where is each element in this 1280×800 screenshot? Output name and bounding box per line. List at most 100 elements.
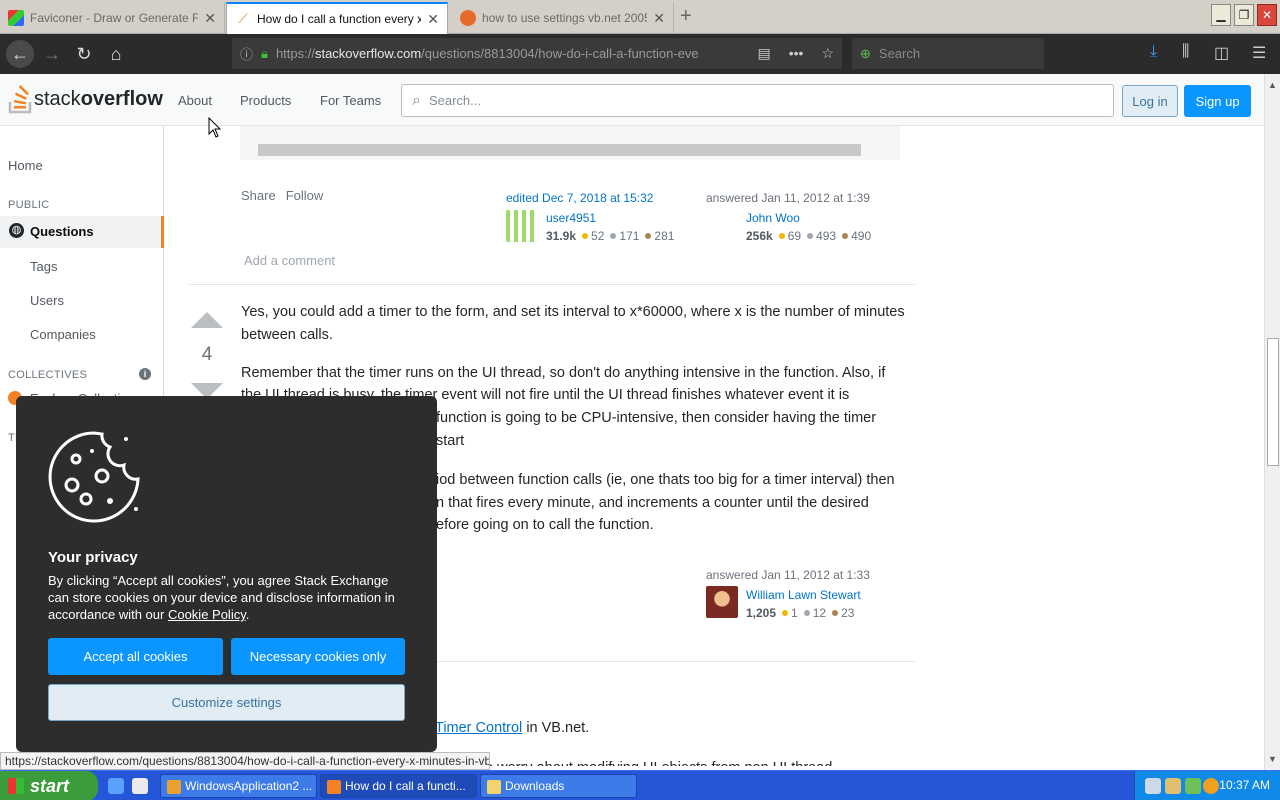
edited-timestamp[interactable]: edited Dec 7, 2018 at 15:32 [506,191,653,205]
sidebar-item-questions[interactable]: ◍ Questions [0,216,164,248]
start-button[interactable]: start [0,771,98,800]
answer-divider [189,284,915,285]
restore-window-icon[interactable]: ❐ [1234,4,1254,26]
timer-control-link[interactable]: Timer Control [435,720,522,736]
new-tab-icon[interactable]: + [680,5,692,28]
task-firefox[interactable]: How do I call a functi... [320,774,477,798]
tab-how-do-i-call[interactable]: ⟋ How do I call a function every x m ✕ [226,2,448,34]
bronze-count: 23 [841,606,855,620]
answer-text: in VB.net. [522,720,590,736]
sidebar-item-label: Questions [30,224,94,239]
accept-all-cookies-button[interactable]: Accept all cookies [48,638,223,675]
forward-arrow-icon[interactable]: → [38,40,66,68]
start-label: start [30,775,70,796]
editor-name[interactable]: user4951 [546,211,596,225]
stackoverflow-logo[interactable]: stack overflow [8,84,163,114]
close-tab-icon[interactable]: ✕ [204,10,216,27]
mouse-cursor-icon [208,117,222,138]
customize-settings-button[interactable]: Customize settings [48,684,405,721]
answer-paragraph-line: Remember that the timer runs on the UI t… [241,365,886,381]
so-search-placeholder: Search... [428,93,481,108]
code-block [240,126,900,160]
nav-for-teams[interactable]: For Teams [320,93,381,108]
sidebar-item-users[interactable]: Users [30,293,64,308]
sidebar-icon[interactable]: ◫ [1214,43,1229,63]
gold-badge-icon [782,610,789,616]
scroll-up-arrow-icon[interactable]: ▲ [1268,80,1277,90]
cookie-policy-link[interactable]: Cookie Policy [168,607,246,622]
back-arrow-icon[interactable]: ← [6,40,34,68]
login-button[interactable]: Log in [1122,85,1178,117]
bronze-badge-icon [842,233,849,239]
reader-view-icon[interactable]: ▤ [757,45,770,62]
so-search-input[interactable]: ⌕ Search... [401,84,1114,117]
close-window-icon[interactable]: ✕ [1257,4,1277,26]
sidebar-item-companies[interactable]: Companies [30,327,96,342]
web-search-placeholder: Search [878,46,921,61]
avatar[interactable] [506,210,538,242]
scrollbar-thumb[interactable] [1267,338,1279,466]
tab-settings-vbnet[interactable]: how to use settings vb.net 2005 ✕ [452,2,674,34]
nav-about[interactable]: About [178,93,212,108]
page-actions-icon[interactable]: ••• [789,45,804,62]
rep-score: 256k [746,229,773,243]
nav-products[interactable]: Products [240,93,291,108]
menu-hamburger-icon[interactable]: ☰ [1252,43,1266,63]
windows-flag-icon [8,778,24,794]
tray-search-icon[interactable] [1203,778,1219,794]
url-bar[interactable]: ⓘ 🔒︎ https://stackoverflow.com/questions… [232,38,842,69]
answer-paragraph-line: n that fires every minute, and increment… [436,495,869,511]
info-icon[interactable]: i [139,368,151,380]
folder-icon [487,780,501,794]
code-horizontal-scrollbar[interactable] [258,144,861,156]
minimize-window-icon[interactable]: ▁ [1211,4,1231,26]
task-label: How do I call a functi... [345,779,466,793]
downloads-icon[interactable]: ⤓ [1150,43,1157,61]
library-icon[interactable]: ⫼ [1182,43,1189,61]
search-engine-icon: ⊕ [860,45,871,61]
task-label: Downloads [505,779,565,793]
tab-faviconer[interactable]: Faviconer - Draw or Generate Fav ✕ [0,2,225,34]
cookie-dialog-title: Your privacy [48,549,138,566]
close-tab-icon[interactable]: ✕ [427,11,439,28]
browser-tab-bar: Faviconer - Draw or Generate Fav ✕ ⟋ How… [0,0,1280,34]
add-comment-link[interactable]: Add a comment [244,253,335,268]
author-name[interactable]: John Woo [746,211,800,225]
tab-title: Faviconer - Draw or Generate Fav [30,11,199,25]
page-scrollbar[interactable]: ▲ ▼ [1264,74,1280,770]
scroll-down-arrow-icon[interactable]: ▼ [1268,754,1277,764]
quicklaunch-desktop-icon[interactable] [132,778,148,794]
necessary-cookies-button[interactable]: Necessary cookies only [231,638,405,675]
cookie-icon [48,431,140,523]
task-windowsapplication2[interactable]: WindowsApplication2 ... [160,774,317,798]
bronze-count: 490 [851,229,872,243]
answered-timestamp: answered Jan 11, 2012 at 1:39 [706,191,870,205]
sidebar-section-collectives: COLLECTIVES [8,369,88,381]
cookie-dialog-body: By clicking “Accept all cookies”, you ag… [48,572,408,623]
avatar[interactable] [706,586,738,618]
close-tab-icon[interactable]: ✕ [653,10,665,27]
tray-shield-icon[interactable] [1185,778,1201,794]
bronze-badge-icon [832,610,839,616]
bookmark-star-icon[interactable]: ☆ [821,45,834,62]
stackoverflow-favicon-icon: ⟋ [235,11,251,27]
tray-speaker-icon[interactable] [1165,778,1181,794]
taskbar-clock: 10:37 AM [1219,778,1270,792]
signup-button[interactable]: Sign up [1184,85,1251,117]
task-downloads[interactable]: Downloads [480,774,637,798]
tray-network-icon[interactable] [1145,778,1161,794]
share-link[interactable]: Share [241,188,276,203]
quicklaunch-ie-icon[interactable] [108,778,124,794]
info-icon[interactable]: ⓘ [240,44,253,63]
sidebar-item-tags[interactable]: Tags [30,259,57,274]
gold-count: 52 [591,229,605,243]
home-icon[interactable]: ⌂ [102,40,130,68]
link-status-bar: https://stackoverflow.com/questions/8813… [0,752,490,770]
tab-title: how to use settings vb.net 2005 [482,11,648,25]
follow-link[interactable]: Follow [286,188,324,203]
web-search-box[interactable]: ⊕ Search [852,38,1044,69]
upvote-button[interactable] [191,312,223,328]
sidebar-item-home[interactable]: Home [8,158,43,173]
reload-icon[interactable]: ↻ [70,40,98,68]
author-name[interactable]: William Lawn Stewart [746,588,861,602]
